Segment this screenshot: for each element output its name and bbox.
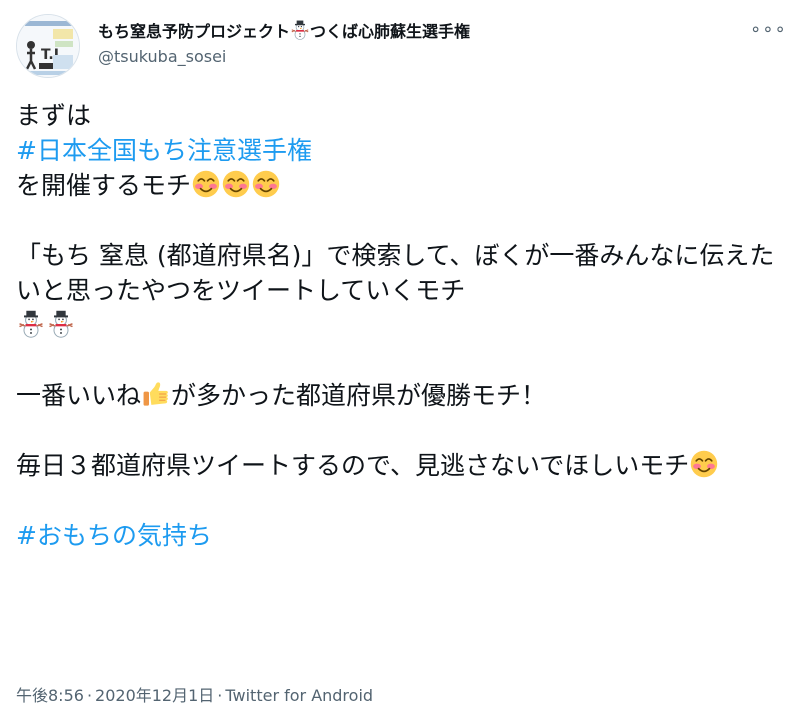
separator: · <box>217 686 223 705</box>
tweet-paragraph: 毎日３都道府県ツイートするので、見逃さないでほしいモチ <box>16 448 786 483</box>
tweet-line-with-emoji: を開催するモチ <box>16 168 786 203</box>
avatar[interactable]: T.L <box>16 14 80 78</box>
tweet-text-segment: 「もち 窒息 (都道府県名)」で検索して、ぼくが一番みんなに伝えたいと思ったやつ… <box>16 241 775 305</box>
tweet-date[interactable]: 2020年12月1日 <box>95 686 214 705</box>
smiling-face-icon <box>252 170 280 198</box>
tweet-meta: 午後8:56 · 2020年12月1日 · Twitter for Android <box>16 682 373 706</box>
hashtag-link[interactable]: #おもちの気持ち <box>16 518 786 553</box>
display-name-suffix: つくば心肺蘇生選手権 <box>310 22 471 41</box>
tweet-text: まずは #日本全国もち注意選手権 を開催するモチ 「もち 窒息 (都道府県名)」… <box>16 98 786 553</box>
avatar-image: T.L <box>17 15 79 77</box>
tweet-line: まずは <box>16 101 92 130</box>
snowman-icon <box>17 310 45 338</box>
snowman-icon <box>47 310 75 338</box>
tweet-header: T.L もち窒息予防プロジェクト つくば心肺蘇生選手権 @tsukuba_sose… <box>16 12 786 82</box>
smiling-face-icon <box>222 170 250 198</box>
thumbs-up-icon <box>142 380 170 408</box>
display-name[interactable]: もち窒息予防プロジェクト つくば心肺蘇生選手権 <box>98 20 470 43</box>
tweet-text-segment: 一番いいね <box>16 381 142 410</box>
more-options-icon[interactable]: ∘∘∘ <box>750 21 786 44</box>
tweet-paragraph: 「もち 窒息 (都道府県名)」で検索して、ぼくが一番みんなに伝えたいと思ったやつ… <box>16 238 786 343</box>
tweet-line: を開催するモチ <box>16 171 192 200</box>
hashtag-link[interactable]: #日本全国もち注意選手権 <box>16 133 786 168</box>
separator: · <box>86 686 93 705</box>
tweet-time[interactable]: 午後8:56 <box>16 686 84 705</box>
snowman-icon <box>290 20 310 40</box>
tweet-text-segment: が多かった都道府県が優勝モチ！ <box>171 381 547 410</box>
smiling-face-icon <box>192 170 220 198</box>
display-name-text: もち窒息予防プロジェクト <box>98 22 291 41</box>
tweet-source[interactable]: Twitter for Android <box>225 686 373 705</box>
tweet-paragraph: 一番いいね が多かった都道府県が優勝モチ！ <box>16 378 786 413</box>
user-handle[interactable]: @tsukuba_sosei <box>98 46 470 68</box>
tweet-text-segment: 毎日３都道府県ツイートするので、見逃さないでほしいモチ <box>16 451 690 480</box>
smiling-face-icon <box>690 450 718 478</box>
